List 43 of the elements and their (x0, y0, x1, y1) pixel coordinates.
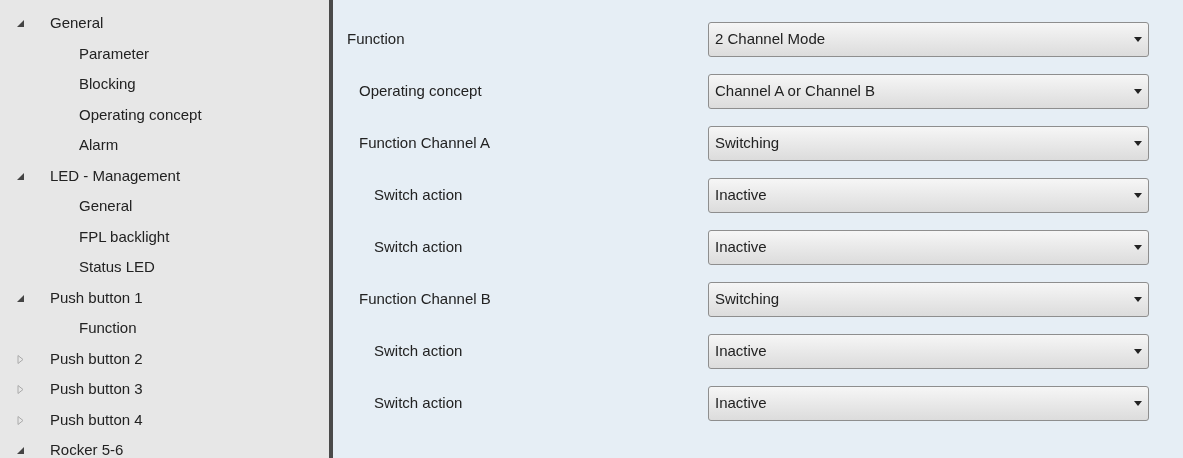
expanded-triangle-icon[interactable] (16, 171, 25, 181)
dropdown[interactable]: Inactive (708, 177, 1149, 213)
tree-item[interactable]: FPL backlight (79, 225, 170, 248)
parameter-label: Operating concept (359, 82, 482, 99)
parameter-label: Switch action (374, 342, 463, 359)
dropdown[interactable]: Inactive (708, 229, 1149, 265)
dropdown[interactable]: Switching (708, 281, 1149, 317)
dropdown[interactable]: Switching (708, 125, 1149, 161)
tree-item[interactable]: General (50, 12, 104, 35)
tree-item[interactable]: Push button 4 (50, 408, 143, 431)
tree-item[interactable]: Alarm (79, 134, 119, 157)
parameter-label: Switch action (374, 186, 463, 203)
parameter-label: Switch action (374, 238, 463, 255)
tree-item[interactable]: Parameter (79, 42, 150, 65)
dropdown[interactable]: Inactive (708, 333, 1149, 369)
caret-icon (1134, 192, 1142, 198)
tree-item[interactable]: Rocker 5-6 (50, 439, 124, 458)
caret-icon (1134, 88, 1142, 94)
tree-item[interactable]: Function (79, 317, 137, 340)
parameter-label: Function Channel A (359, 134, 490, 151)
expanded-triangle-icon[interactable] (16, 19, 25, 28)
tree-item[interactable]: Push button 3 (50, 378, 143, 401)
caret-icon (1134, 140, 1142, 146)
tree-item[interactable]: General (79, 195, 133, 218)
dropdown[interactable]: Channel A or Channel B (708, 73, 1149, 109)
parameter-label: Function Channel B (359, 290, 491, 307)
parameter-label: Switch action (374, 394, 463, 411)
caret-icon (1134, 36, 1142, 42)
tree-item[interactable]: LED - Management (50, 164, 181, 187)
dropdown[interactable]: Inactive (708, 385, 1149, 421)
tree-item[interactable]: Blocking (79, 73, 136, 96)
caret-icon (1134, 244, 1142, 250)
expanded-triangle-icon[interactable] (16, 293, 25, 303)
caret-icon (1134, 296, 1142, 302)
tree-item[interactable]: Push button 1 (50, 286, 143, 309)
dropdown[interactable]: 2 Channel Mode (708, 21, 1149, 57)
caret-icon (1134, 400, 1142, 406)
parameter-label: Function (347, 30, 405, 47)
caret-icon (1134, 348, 1142, 354)
tree-item[interactable]: Push button 2 (50, 347, 143, 370)
expanded-triangle-icon[interactable] (16, 446, 25, 455)
tree-item[interactable]: Operating concept (79, 103, 202, 126)
tree-item[interactable]: Status LED (79, 256, 155, 279)
